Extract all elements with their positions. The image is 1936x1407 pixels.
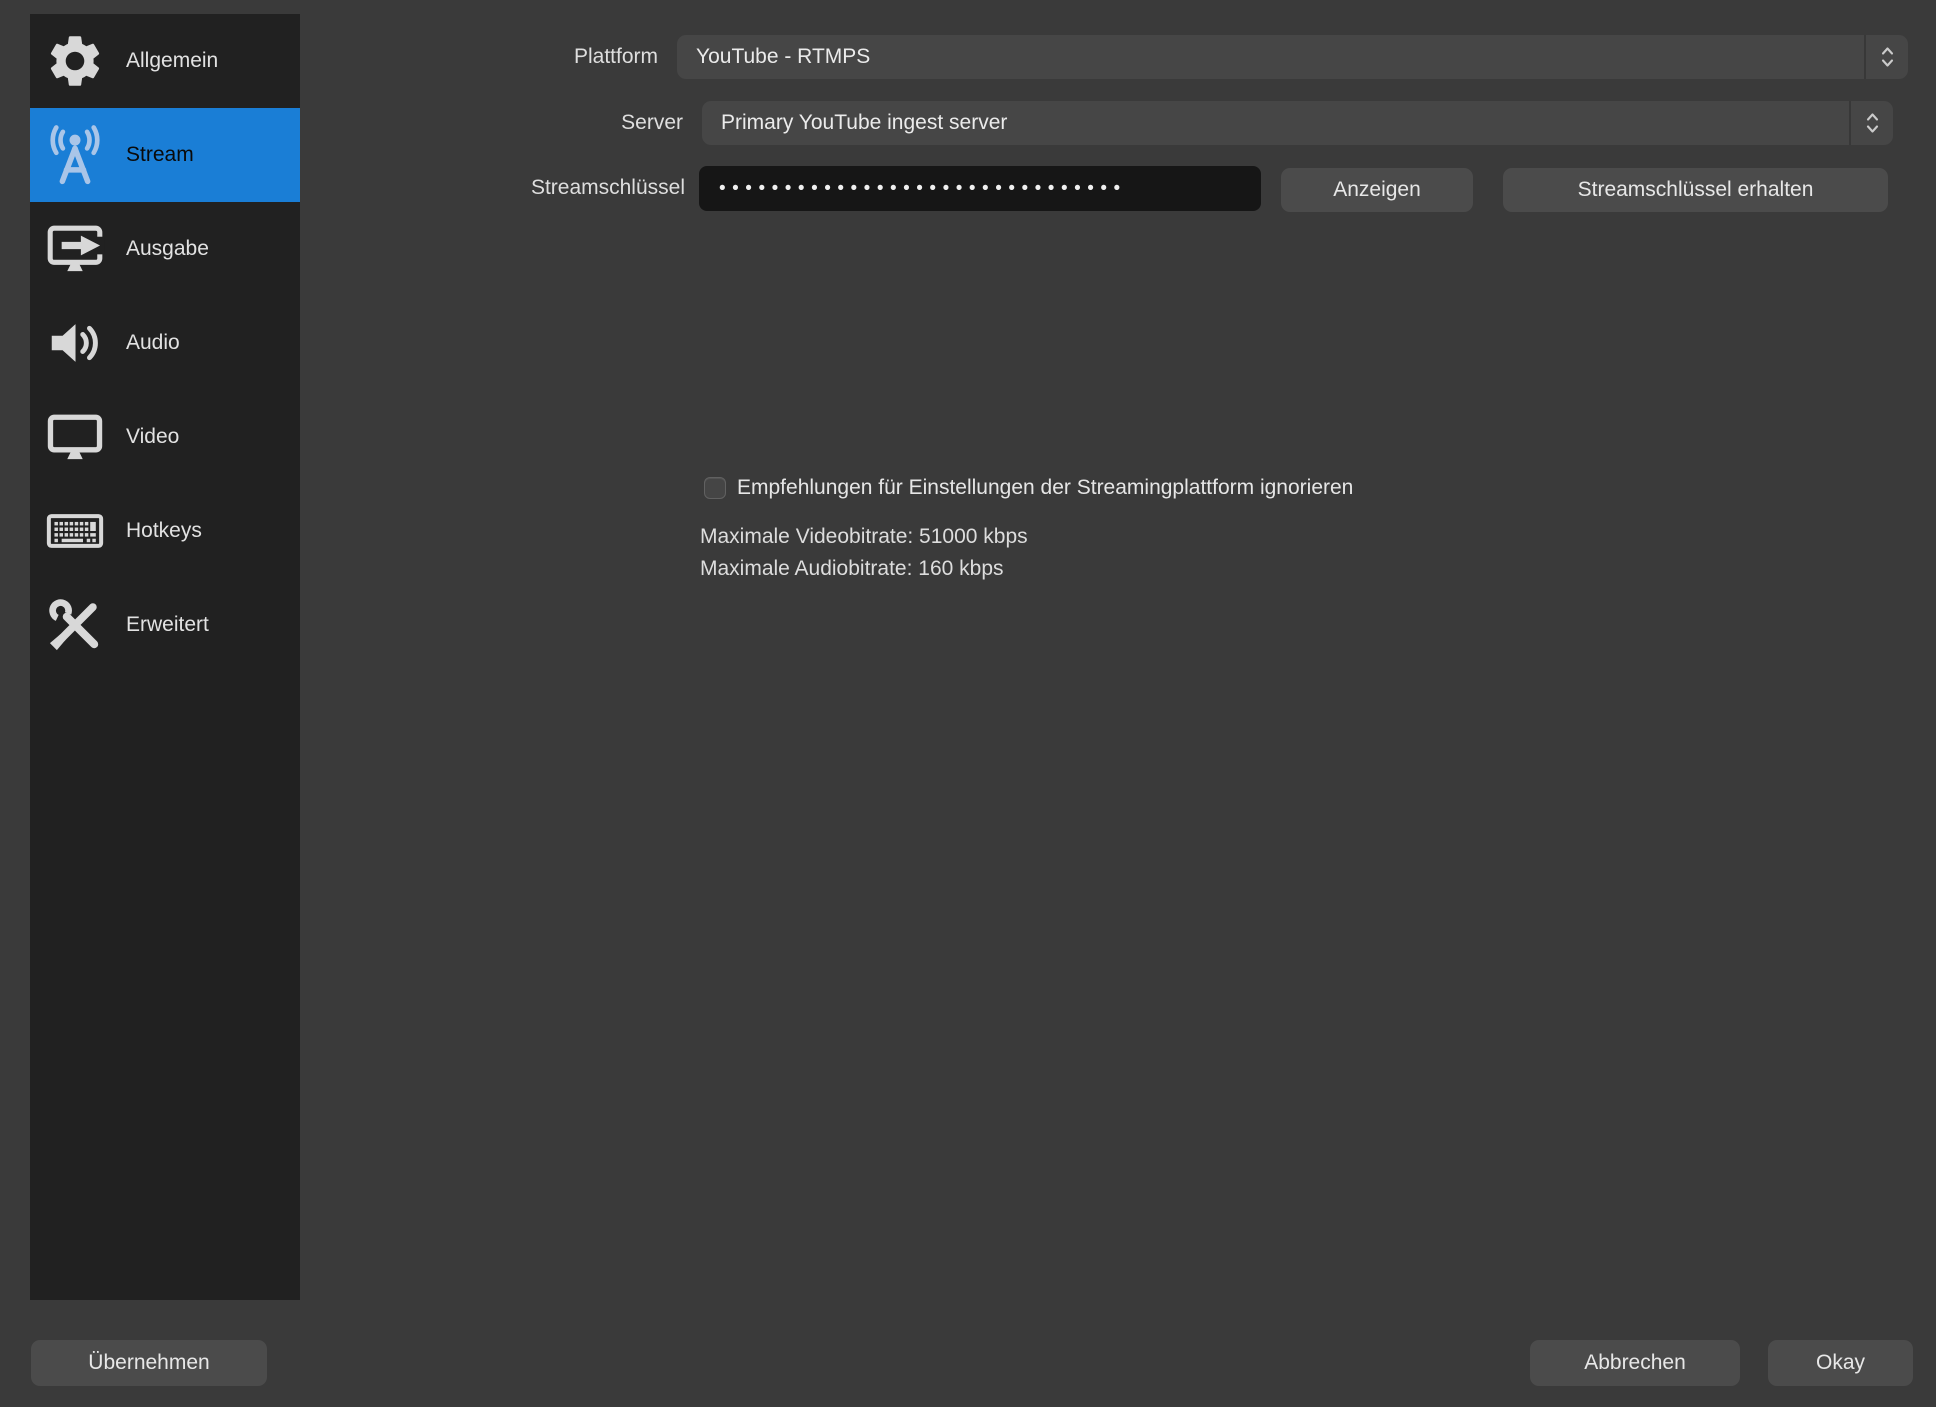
sidebar-item-stream[interactable]: Stream: [30, 108, 300, 202]
sidebar-item-label: Stream: [126, 143, 194, 167]
monitor-icon: [36, 405, 114, 469]
platform-dropdown[interactable]: YouTube - RTMPS: [677, 35, 1908, 79]
ok-button[interactable]: Okay: [1768, 1340, 1913, 1386]
sidebar-item-video[interactable]: Video: [30, 390, 300, 484]
sidebar-item-label: Ausgabe: [126, 237, 209, 261]
chevron-up-down-icon[interactable]: [1851, 101, 1893, 145]
keyboard-icon: [36, 499, 114, 563]
server-label: Server: [621, 101, 683, 145]
get-stream-key-button[interactable]: Streamschlüssel erhalten: [1503, 168, 1888, 212]
apply-button[interactable]: Übernehmen: [31, 1340, 267, 1386]
output-monitor-arrow-icon: [36, 217, 114, 281]
tools-icon: [36, 593, 114, 657]
server-value: Primary YouTube ingest server: [702, 101, 1849, 145]
chevron-up-down-icon[interactable]: [1866, 35, 1908, 79]
broadcast-antenna-icon: [36, 122, 114, 188]
sidebar-item-label: Erweitert: [126, 613, 209, 637]
stream-key-input[interactable]: [699, 166, 1261, 211]
sidebar-item-hotkeys[interactable]: Hotkeys: [30, 484, 300, 578]
sidebar-item-erweitert[interactable]: Erweitert: [30, 578, 300, 672]
gear-icon: [36, 30, 114, 92]
sidebar-item-label: Hotkeys: [126, 519, 202, 543]
max-video-bitrate-text: Maximale Videobitrate: 51000 kbps: [700, 523, 1028, 551]
ignore-recommendations-label[interactable]: Empfehlungen für Einstellungen der Strea…: [737, 476, 1353, 500]
sidebar-item-label: Allgemein: [126, 49, 218, 73]
settings-sidebar: Allgemein Stream: [30, 14, 300, 1300]
stream-key-label: Streamschlüssel: [531, 166, 685, 210]
platform-label: Plattform: [574, 35, 658, 79]
sidebar-item-allgemein[interactable]: Allgemein: [30, 14, 300, 108]
cancel-button[interactable]: Abbrechen: [1530, 1340, 1740, 1386]
sidebar-item-label: Video: [126, 425, 179, 449]
ignore-recommendations-checkbox[interactable]: [704, 477, 726, 499]
obs-settings-dialog: { "colors": { "accent": "#1a7ed6", "wind…: [0, 0, 1936, 1407]
sidebar-item-label: Audio: [126, 331, 180, 355]
platform-value: YouTube - RTMPS: [677, 35, 1864, 79]
server-dropdown[interactable]: Primary YouTube ingest server: [702, 101, 1893, 145]
sidebar-item-ausgabe[interactable]: Ausgabe: [30, 202, 300, 296]
speaker-icon: [36, 312, 114, 374]
max-audio-bitrate-text: Maximale Audiobitrate: 160 kbps: [700, 555, 1004, 583]
show-stream-key-button[interactable]: Anzeigen: [1281, 168, 1473, 212]
sidebar-item-audio[interactable]: Audio: [30, 296, 300, 390]
